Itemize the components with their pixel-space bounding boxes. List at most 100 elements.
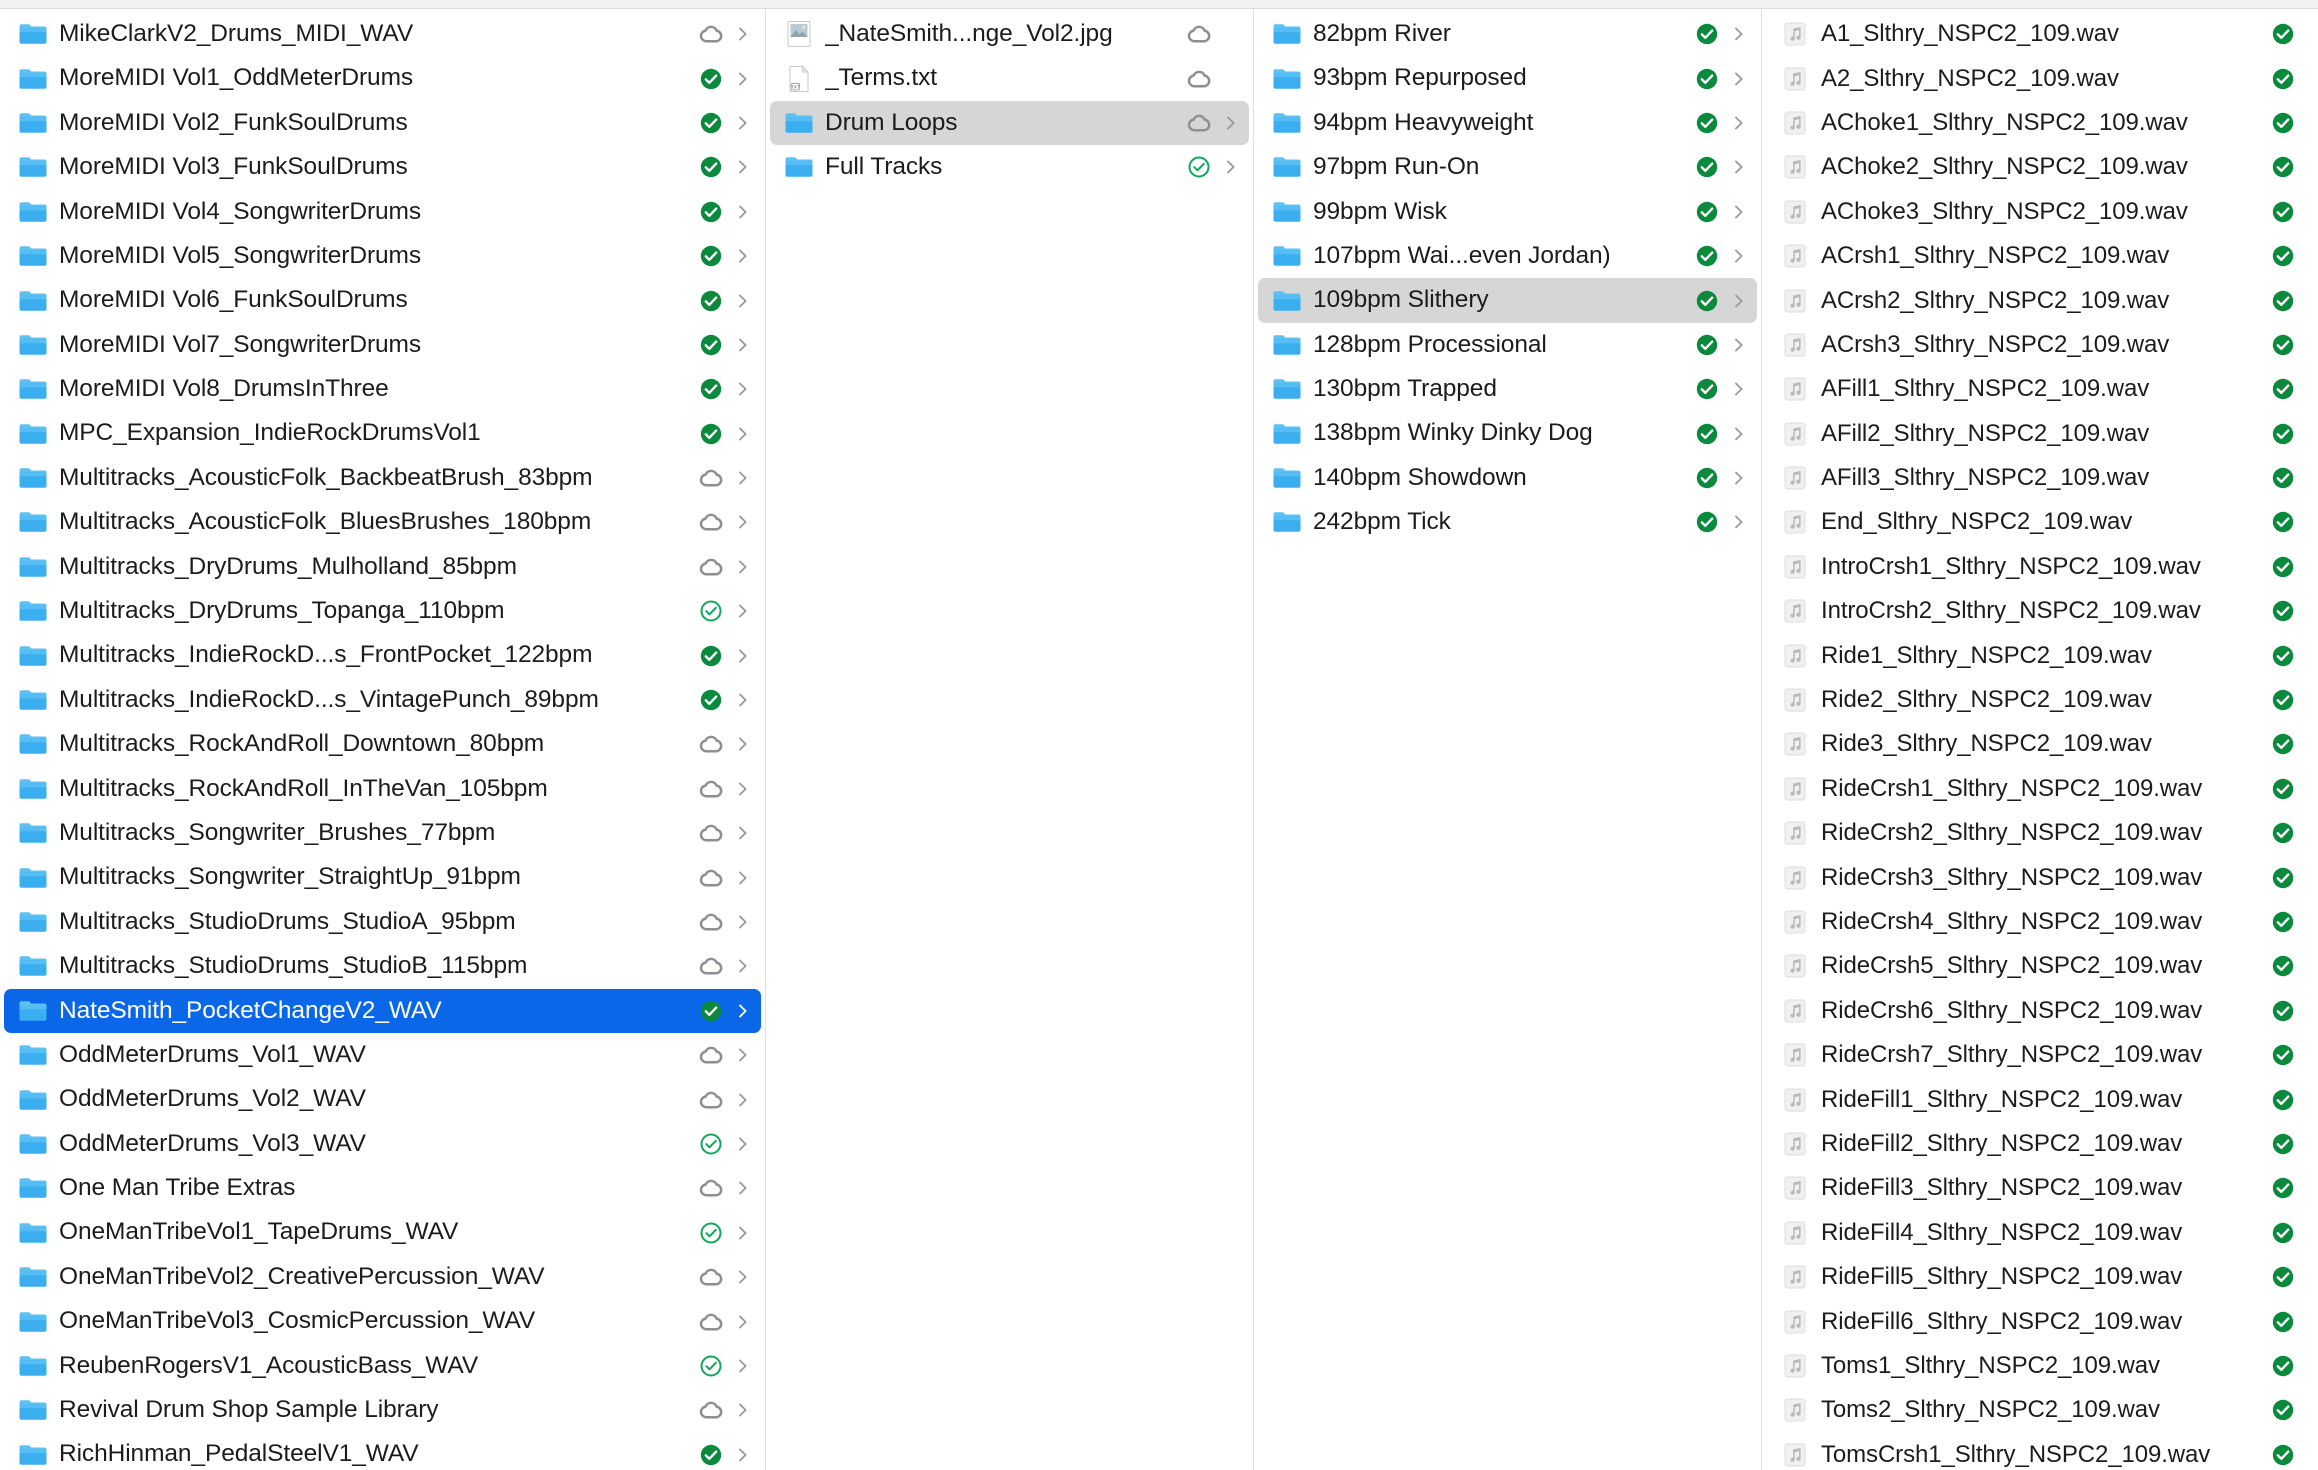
- finder-row[interactable]: Revival Drum Shop Sample Library: [4, 1388, 761, 1432]
- finder-row[interactable]: A2_Slthry_NSPC2_109.wav: [1766, 56, 2314, 100]
- downloaded-filled-check-icon[interactable]: [2270, 643, 2296, 669]
- chevron-right-icon[interactable]: [733, 154, 753, 180]
- chevron-right-icon[interactable]: [733, 1353, 753, 1379]
- finder-row[interactable]: 97bpm Run-On: [1258, 145, 1757, 189]
- downloaded-filled-check-icon[interactable]: [2270, 1042, 2296, 1068]
- downloaded-filled-check-icon[interactable]: [1694, 110, 1720, 136]
- finder-row[interactable]: Ride1_Slthry_NSPC2_109.wav: [1766, 633, 2314, 677]
- downloaded-filled-check-icon[interactable]: [1694, 509, 1720, 535]
- finder-row[interactable]: 130bpm Trapped: [1258, 367, 1757, 411]
- downloaded-filled-check-icon[interactable]: [698, 421, 724, 447]
- finder-row[interactable]: 99bpm Wisk: [1258, 190, 1757, 234]
- downloaded-filled-check-icon[interactable]: [2270, 1397, 2296, 1423]
- downloaded-filled-check-icon[interactable]: [2270, 465, 2296, 491]
- icloud-not-downloaded-icon[interactable]: [698, 1042, 724, 1068]
- downloaded-filled-check-icon[interactable]: [1694, 66, 1720, 92]
- finder-row[interactable]: Multitracks_AcousticFolk_BackbeatBrush_8…: [4, 456, 761, 500]
- finder-row[interactable]: 82bpm River: [1258, 12, 1757, 56]
- downloaded-filled-check-icon[interactable]: [2270, 1353, 2296, 1379]
- icloud-not-downloaded-icon[interactable]: [698, 820, 724, 846]
- downloaded-filled-check-icon[interactable]: [2270, 332, 2296, 358]
- icloud-not-downloaded-icon[interactable]: [698, 731, 724, 757]
- finder-row[interactable]: RideCrsh2_Slthry_NSPC2_109.wav: [1766, 811, 2314, 855]
- downloaded-filled-check-icon[interactable]: [2270, 820, 2296, 846]
- chevron-right-icon[interactable]: [733, 1131, 753, 1157]
- finder-row[interactable]: Multitracks_RockAndRoll_Downtown_80bpm: [4, 722, 761, 766]
- chevron-right-icon[interactable]: [733, 865, 753, 891]
- chevron-right-icon[interactable]: [733, 1042, 753, 1068]
- finder-row[interactable]: AChoke3_Slthry_NSPC2_109.wav: [1766, 190, 2314, 234]
- finder-row[interactable]: RideFill1_Slthry_NSPC2_109.wav: [1766, 1077, 2314, 1121]
- finder-row[interactable]: Multitracks_Songwriter_Brushes_77bpm: [4, 811, 761, 855]
- icloud-not-downloaded-icon[interactable]: [698, 1397, 724, 1423]
- finder-row[interactable]: RideCrsh7_Slthry_NSPC2_109.wav: [1766, 1033, 2314, 1077]
- chevron-right-icon[interactable]: [733, 243, 753, 269]
- finder-row[interactable]: MPC_Expansion_IndieRockDrumsVol1: [4, 412, 761, 456]
- downloaded-filled-check-icon[interactable]: [2270, 598, 2296, 624]
- icloud-not-downloaded-icon[interactable]: [698, 1087, 724, 1113]
- downloaded-outline-check-icon[interactable]: [698, 1220, 724, 1246]
- downloaded-filled-check-icon[interactable]: [2270, 1131, 2296, 1157]
- downloaded-filled-check-icon[interactable]: [2270, 288, 2296, 314]
- finder-row[interactable]: End_Slthry_NSPC2_109.wav: [1766, 500, 2314, 544]
- finder-row[interactable]: Multitracks_Songwriter_StraightUp_91bpm: [4, 855, 761, 899]
- finder-row[interactable]: ACrsh3_Slthry_NSPC2_109.wav: [1766, 323, 2314, 367]
- downloaded-outline-check-icon[interactable]: [698, 1353, 724, 1379]
- finder-row[interactable]: 107bpm Wai...even Jordan): [1258, 234, 1757, 278]
- downloaded-filled-check-icon[interactable]: [2270, 731, 2296, 757]
- downloaded-filled-check-icon[interactable]: [698, 154, 724, 180]
- chevron-right-icon[interactable]: [1729, 288, 1749, 314]
- finder-column-1[interactable]: MikeClarkV2_Drums_MIDI_WAV MoreMIDI Vol1_…: [0, 9, 766, 1470]
- downloaded-filled-check-icon[interactable]: [2270, 243, 2296, 269]
- chevron-right-icon[interactable]: [1221, 154, 1241, 180]
- icloud-not-downloaded-icon[interactable]: [698, 1175, 724, 1201]
- icloud-not-downloaded-icon[interactable]: [698, 554, 724, 580]
- chevron-right-icon[interactable]: [1729, 465, 1749, 491]
- finder-row[interactable]: A1_Slthry_NSPC2_109.wav: [1766, 12, 2314, 56]
- downloaded-filled-check-icon[interactable]: [2270, 1175, 2296, 1201]
- chevron-right-icon[interactable]: [1729, 421, 1749, 447]
- finder-row[interactable]: MoreMIDI Vol4_SongwriterDrums: [4, 190, 761, 234]
- finder-row[interactable]: RideCrsh5_Slthry_NSPC2_109.wav: [1766, 944, 2314, 988]
- chevron-right-icon[interactable]: [733, 643, 753, 669]
- icloud-not-downloaded-icon[interactable]: [1186, 66, 1212, 92]
- finder-row[interactable]: 138bpm Winky Dinky Dog: [1258, 412, 1757, 456]
- finder-row[interactable]: RideFill4_Slthry_NSPC2_109.wav: [1766, 1211, 2314, 1255]
- finder-column-3[interactable]: 82bpm River 93bpm Repurposed 94bpm Heavywe…: [1254, 9, 1762, 1470]
- downloaded-filled-check-icon[interactable]: [2270, 953, 2296, 979]
- downloaded-filled-check-icon[interactable]: [2270, 1309, 2296, 1335]
- finder-row[interactable]: OneManTribeVol1_TapeDrums_WAV: [4, 1211, 761, 1255]
- finder-row[interactable]: Multitracks_AcousticFolk_BluesBrushes_18…: [4, 500, 761, 544]
- chevron-right-icon[interactable]: [733, 554, 753, 580]
- chevron-right-icon[interactable]: [1729, 376, 1749, 402]
- finder-row[interactable]: ReubenRogersV1_AcousticBass_WAV: [4, 1344, 761, 1388]
- downloaded-filled-check-icon[interactable]: [1694, 421, 1720, 447]
- chevron-right-icon[interactable]: [733, 598, 753, 624]
- finder-row[interactable]: OddMeterDrums_Vol1_WAV: [4, 1033, 761, 1077]
- icloud-not-downloaded-icon[interactable]: [698, 1309, 724, 1335]
- finder-row[interactable]: Toms1_Slthry_NSPC2_109.wav: [1766, 1344, 2314, 1388]
- finder-row[interactable]: TomsCrsh1_Slthry_NSPC2_109.wav: [1766, 1433, 2314, 1470]
- downloaded-filled-check-icon[interactable]: [698, 1442, 724, 1468]
- downloaded-filled-check-icon[interactable]: [2270, 110, 2296, 136]
- finder-row[interactable]: Multitracks_StudioDrums_StudioB_115bpm: [4, 944, 761, 988]
- downloaded-filled-check-icon[interactable]: [2270, 687, 2296, 713]
- chevron-right-icon[interactable]: [733, 909, 753, 935]
- chevron-right-icon[interactable]: [733, 332, 753, 358]
- downloaded-filled-check-icon[interactable]: [2270, 776, 2296, 802]
- finder-row[interactable]: RideCrsh4_Slthry_NSPC2_109.wav: [1766, 900, 2314, 944]
- finder-row[interactable]: RideFill3_Slthry_NSPC2_109.wav: [1766, 1166, 2314, 1210]
- downloaded-filled-check-icon[interactable]: [2270, 199, 2296, 225]
- icloud-not-downloaded-icon[interactable]: [1186, 21, 1212, 47]
- finder-row[interactable]: TXT _Terms.txt: [770, 56, 1249, 100]
- icloud-not-downloaded-icon[interactable]: [698, 909, 724, 935]
- icloud-not-downloaded-icon[interactable]: [698, 21, 724, 47]
- icloud-not-downloaded-icon[interactable]: [698, 776, 724, 802]
- chevron-right-icon[interactable]: [733, 1220, 753, 1246]
- chevron-right-icon[interactable]: [733, 731, 753, 757]
- downloaded-filled-check-icon[interactable]: [2270, 865, 2296, 891]
- finder-row[interactable]: Multitracks_DryDrums_Topanga_110bpm: [4, 589, 761, 633]
- downloaded-filled-check-icon[interactable]: [1694, 154, 1720, 180]
- downloaded-filled-check-icon[interactable]: [1694, 465, 1720, 491]
- finder-row[interactable]: 94bpm Heavyweight: [1258, 101, 1757, 145]
